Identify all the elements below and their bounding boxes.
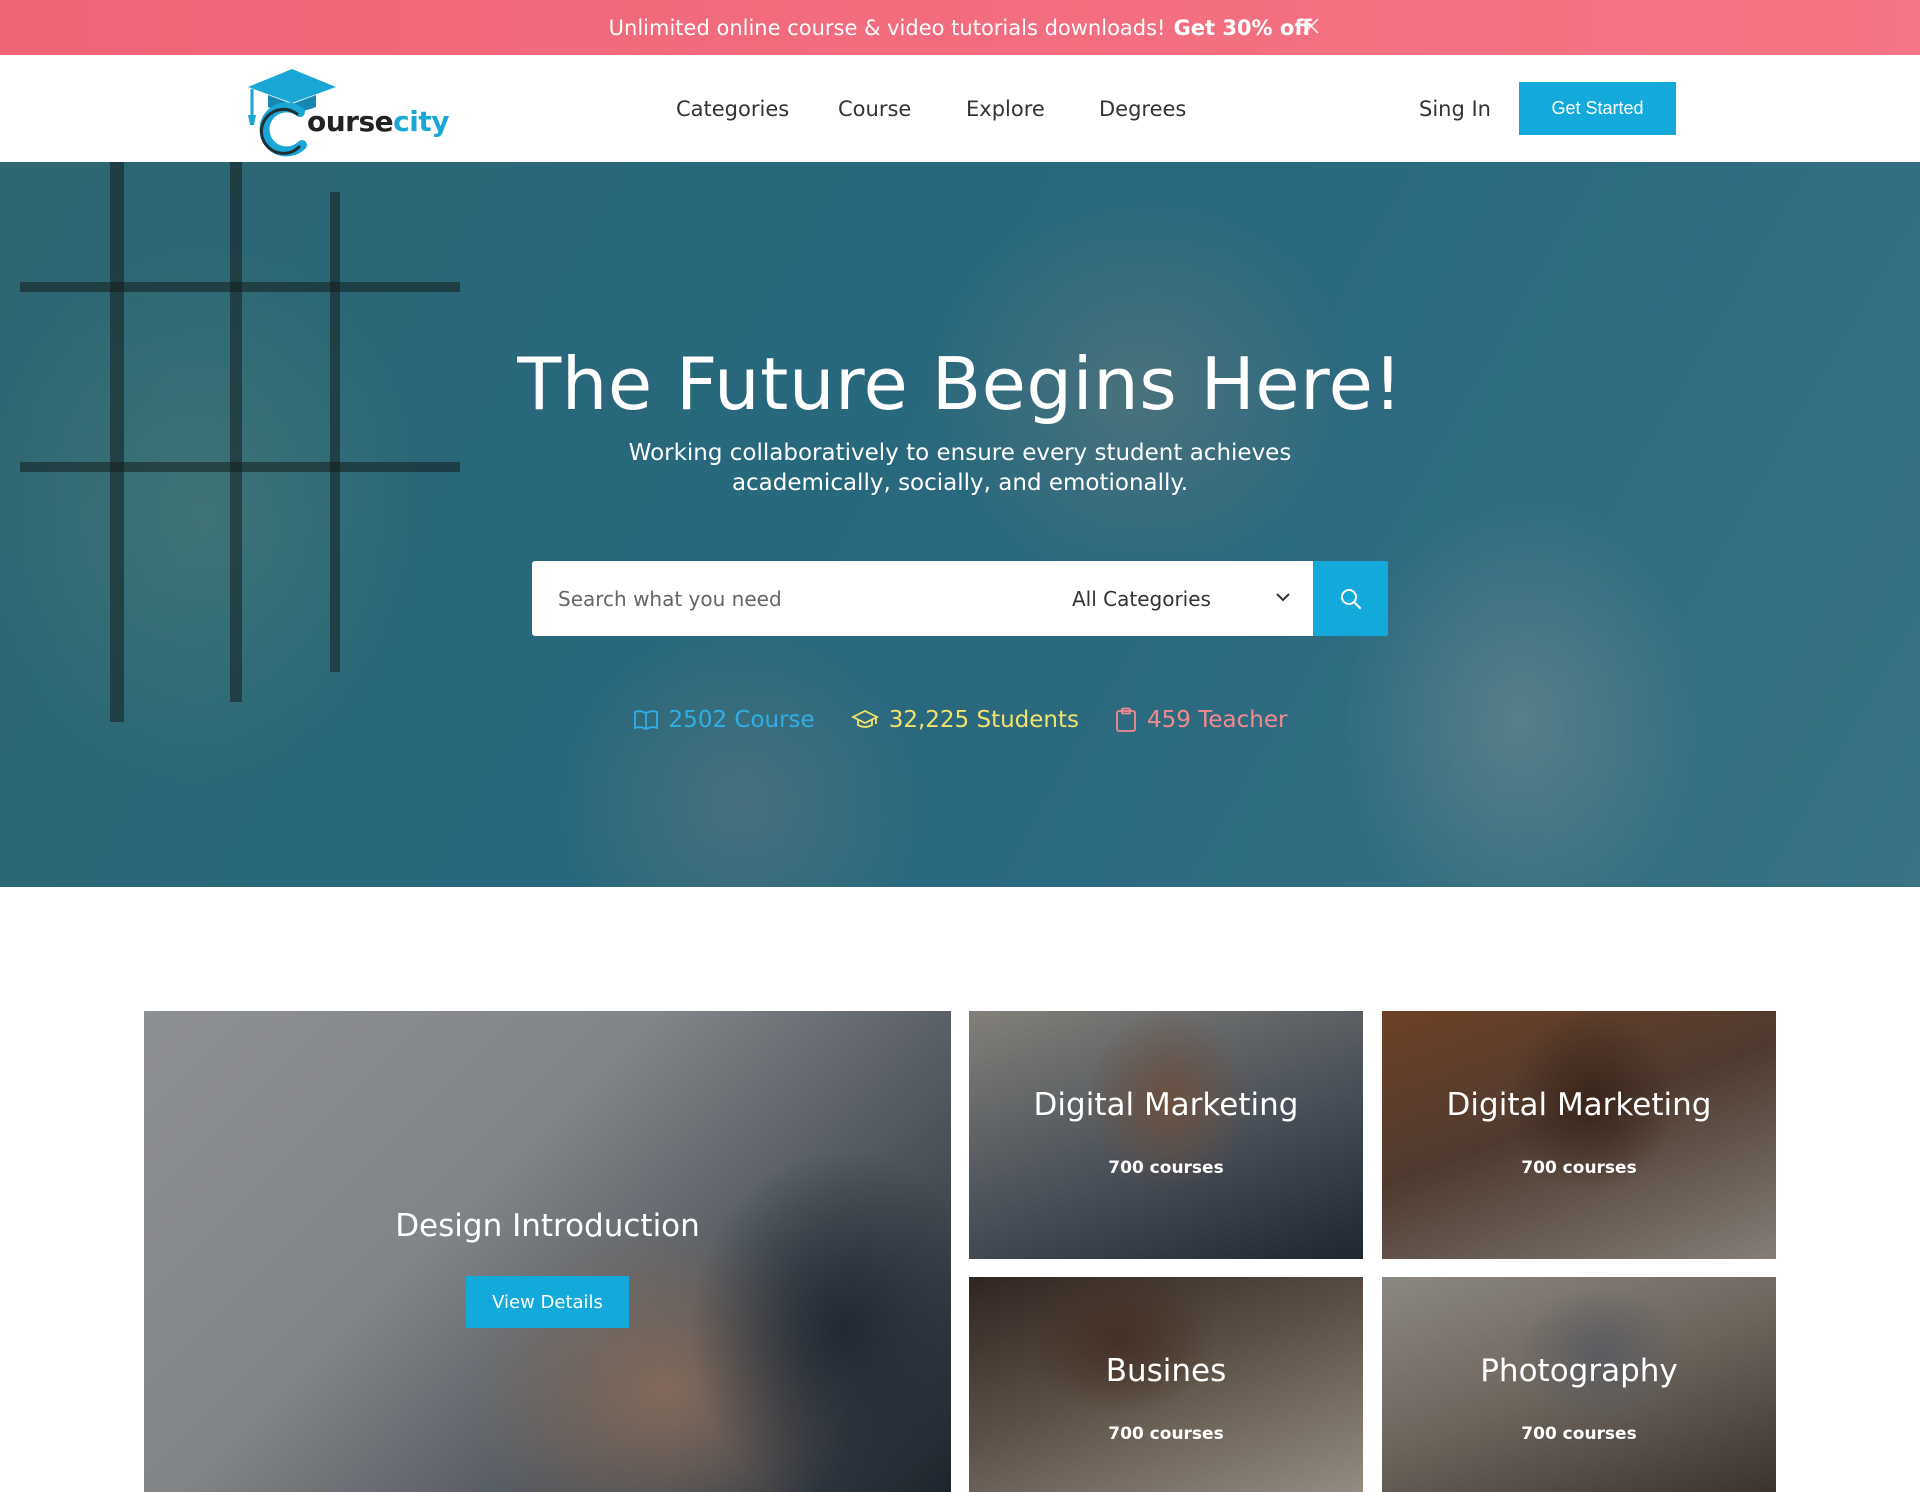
search-input[interactable]: [532, 561, 1052, 636]
brand-wordmark[interactable]: oursecity: [307, 105, 449, 138]
nav-course[interactable]: Course: [838, 55, 911, 162]
get-started-button[interactable]: Get Started: [1519, 82, 1676, 135]
search-button[interactable]: [1313, 561, 1388, 636]
hero-subtitle: Working collaboratively to ensure every …: [628, 440, 1292, 496]
brand-prefix: ourse: [307, 105, 394, 138]
hero-section: The Future Begins Here! Working collabor…: [0, 162, 1920, 887]
stat-students-text: 32,225 Students: [888, 707, 1080, 733]
graduation-cap-icon: [850, 709, 879, 728]
card-overlay: [144, 1011, 951, 1492]
chevron-down-icon: [1276, 593, 1290, 602]
card-overlay: [1382, 1011, 1776, 1259]
signin-link[interactable]: Sing In: [1419, 55, 1491, 162]
close-icon[interactable]: [1298, 13, 1324, 39]
search-icon: [1340, 588, 1361, 609]
stat-courses: 2502 Course: [633, 707, 815, 733]
stats-row: 2502 Course 32,225 Students 459 Teacher: [0, 707, 1920, 733]
featured-card-title: Design Introduction: [395, 1208, 700, 1244]
stat-teachers-text: 459 Teacher: [1147, 707, 1288, 733]
clipboard-icon: [1116, 707, 1136, 732]
category-card-count: 700 courses: [1521, 1158, 1637, 1178]
card-overlay: [969, 1011, 1363, 1259]
brand-suffix: city: [393, 105, 449, 138]
nav-categories[interactable]: Categories: [676, 55, 789, 162]
stat-teachers: 459 Teacher: [1115, 707, 1287, 733]
category-card-count: 700 courses: [1108, 1158, 1224, 1178]
promo-text: Unlimited online course & video tutorial…: [608, 15, 1166, 40]
category-card-photography[interactable]: Photography 700 courses: [1382, 1277, 1776, 1492]
nav-degrees[interactable]: Degrees: [1099, 55, 1186, 162]
site-header: oursecity Categories Course Explore Degr…: [0, 55, 1920, 162]
nav-explore[interactable]: Explore: [966, 55, 1045, 162]
category-card-digital-marketing[interactable]: Digital Marketing 700 courses: [969, 1011, 1363, 1259]
promo-banner: Unlimited online course & video tutorial…: [0, 0, 1920, 55]
category-select-value: All Categories: [1072, 586, 1211, 611]
category-card-count: 700 courses: [1108, 1424, 1224, 1444]
category-card-title: Digital Marketing: [1446, 1087, 1712, 1123]
stat-courses-text: 2502 Course: [668, 707, 815, 733]
promo-highlight[interactable]: Get 30% off: [1173, 16, 1311, 40]
category-card-title: Busines: [1105, 1353, 1227, 1389]
search-bar: All Categories: [532, 561, 1388, 636]
category-select[interactable]: All Categories: [1072, 561, 1312, 636]
category-card-title: Photography: [1480, 1353, 1678, 1389]
stat-students: 32,225 Students: [850, 707, 1080, 733]
view-details-button[interactable]: View Details: [466, 1276, 629, 1328]
category-card-title: Digital Marketing: [1033, 1087, 1299, 1123]
category-card-business[interactable]: Busines 700 courses: [969, 1277, 1363, 1492]
book-icon: [633, 710, 658, 731]
hero-title: The Future Begins Here!: [517, 342, 1403, 426]
category-card-count: 700 courses: [1521, 1424, 1637, 1444]
featured-category-card[interactable]: Design Introduction View Details: [144, 1011, 951, 1492]
category-card-digital-marketing-2[interactable]: Digital Marketing 700 courses: [1382, 1011, 1776, 1259]
